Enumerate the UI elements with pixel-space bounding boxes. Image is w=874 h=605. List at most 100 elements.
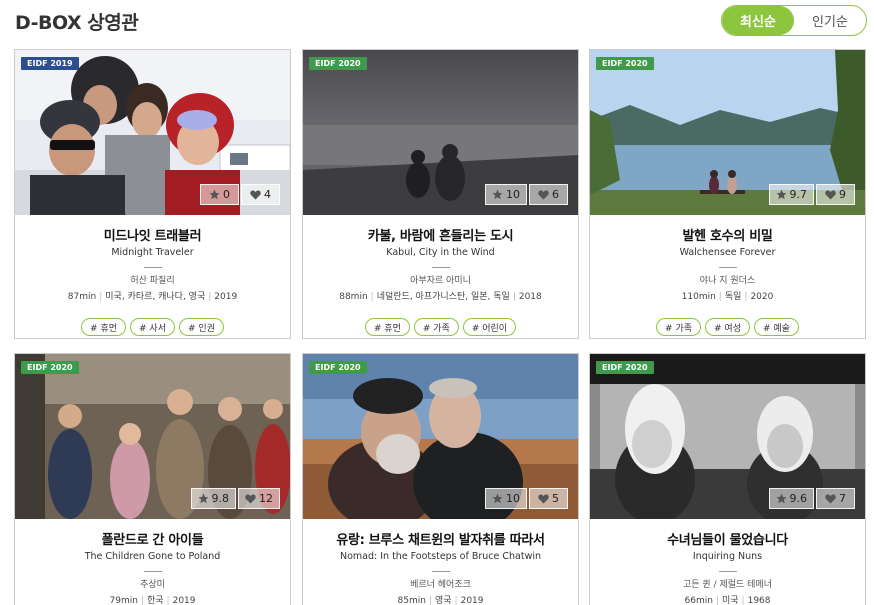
film-meta: 79min | 한국 | 2019 — [109, 596, 196, 605]
rating-stat: 10 — [485, 488, 527, 509]
like-stat[interactable]: 5 — [529, 488, 568, 509]
film-meta: 66min | 미국 | 1968 — [684, 596, 771, 605]
film-title-english: The Children Gone to Poland — [84, 551, 221, 562]
like-stat[interactable]: 9 — [816, 184, 855, 205]
rating-stat: 10 — [485, 184, 527, 205]
tag-list: # 휴먼 # 사서 # 인권 — [15, 318, 290, 336]
film-card[interactable]: EIDF 2020 9.6 7 수녀님들이 물었습니다 Inquiring Nu… — [589, 353, 866, 605]
film-title-english: Inquiring Nuns — [692, 551, 763, 562]
rating-stat: 9.6 — [768, 488, 814, 509]
like-stat[interactable]: 6 — [529, 184, 568, 205]
heart-icon — [245, 494, 256, 503]
like-count: 5 — [552, 492, 559, 505]
film-info: 유랑: 브루스 채트윈의 발자취를 따라서 Nomad: In the Foot… — [303, 519, 578, 605]
star-icon — [492, 493, 503, 504]
film-card[interactable]: EIDF 2020 9.7 9 발헨 호수의 비밀 Walchensee For… — [589, 49, 866, 339]
stats-group: 9.8 12 — [190, 488, 280, 509]
film-thumbnail[interactable]: EIDF 2020 10 5 — [303, 354, 578, 519]
film-countries: 영국 — [434, 596, 452, 605]
heart-icon — [538, 494, 549, 503]
rating-value: 10 — [506, 492, 520, 505]
film-title-english: Kabul, City in the Wind — [386, 247, 495, 258]
stats-group: 10 5 — [485, 488, 568, 509]
like-count: 7 — [839, 492, 846, 505]
film-info: 폴란드로 간 아이들 The Children Gone to Poland 추… — [15, 519, 290, 605]
tag[interactable]: # 가족 — [656, 318, 702, 336]
film-director: 고든 퀸 / 제럴드 테메너 — [683, 580, 772, 590]
sort-popular-button[interactable]: 인기순 — [794, 6, 866, 35]
sort-toggle: 최신순 인기순 — [721, 5, 867, 36]
film-title-korean[interactable]: 유랑: 브루스 채트윈의 발자취를 따라서 — [303, 529, 578, 548]
film-meta: 85min | 영국 | 2019 — [397, 596, 484, 605]
film-countries: 미국 — [721, 596, 739, 605]
divider — [718, 267, 737, 268]
eidf-badge: EIDF 2019 — [21, 57, 79, 70]
eidf-badge: EIDF 2020 — [21, 361, 79, 374]
eidf-badge: EIDF 2020 — [596, 361, 654, 374]
film-title-korean[interactable]: 폴란드로 간 아이들 — [15, 529, 290, 548]
stats-group: 0 4 — [200, 184, 280, 205]
film-director: 베르너 헤어조크 — [410, 580, 471, 590]
stats-group: 9.7 9 — [768, 184, 855, 205]
rating-stat: 9.7 — [768, 184, 814, 205]
like-stat[interactable]: 4 — [241, 184, 280, 205]
star-icon — [198, 493, 208, 504]
heart-icon — [825, 494, 836, 503]
tag-list: # 가족 # 여성 # 예술 — [590, 318, 865, 336]
film-thumbnail[interactable]: EIDF 2020 9.8 12 — [15, 354, 290, 519]
film-thumbnail[interactable]: EIDF 2020 9.7 9 — [590, 50, 865, 215]
film-thumbnail[interactable]: EIDF 2019 0 4 — [15, 50, 290, 215]
tag[interactable]: # 인권 — [178, 318, 224, 336]
film-runtime: 88min — [339, 292, 368, 302]
tag[interactable]: # 예술 — [753, 318, 799, 336]
tag[interactable]: # 사서 — [130, 318, 175, 336]
film-countries: 독일 — [724, 292, 742, 302]
tag[interactable]: # 어린이 — [462, 318, 517, 336]
like-stat[interactable]: 12 — [238, 488, 280, 509]
rating-stat: 9.8 — [190, 488, 236, 509]
film-director: 허산 파질리 — [130, 276, 175, 286]
like-stat[interactable]: 7 — [816, 488, 855, 509]
sort-latest-button[interactable]: 최신순 — [722, 6, 794, 35]
film-title-korean[interactable]: 발헨 호수의 비밀 — [590, 225, 865, 244]
star-icon — [492, 189, 503, 200]
film-title-english: Nomad: In the Footsteps of Bruce Chatwin — [339, 551, 542, 562]
stats-group: 10 6 — [485, 184, 568, 205]
film-card[interactable]: EIDF 2020 10 6 카불, 바람에 흔들리는 도시 Kabul, Ci… — [302, 49, 579, 339]
divider — [143, 267, 162, 268]
film-title-korean[interactable]: 카불, 바람에 흔들리는 도시 — [303, 225, 578, 244]
film-card[interactable]: EIDF 2019 0 4 미드나잇 트래블러 Midnight Travele… — [14, 49, 291, 339]
eidf-badge: EIDF 2020 — [309, 57, 367, 70]
film-year: 2019 — [460, 596, 484, 605]
film-meta: 88min | 네덜란드, 아프가니스탄, 일본, 독일 | 2018 — [339, 292, 542, 302]
film-runtime: 66min — [684, 596, 713, 605]
tag[interactable]: # 휴먼 — [81, 318, 127, 336]
film-info: 수녀님들이 물었습니다 Inquiring Nuns 고든 퀸 / 제럴드 테메… — [590, 519, 865, 605]
divider — [431, 571, 450, 572]
film-meta: 87min | 미국, 카타르, 캐나다, 영국 | 2019 — [67, 292, 238, 302]
tag[interactable]: # 여성 — [705, 318, 750, 336]
like-count: 6 — [552, 188, 559, 201]
film-title-korean[interactable]: 미드나잇 트래블러 — [15, 225, 290, 244]
film-info: 미드나잇 트래블러 Midnight Traveler 허산 파질리 87min… — [15, 215, 290, 336]
film-info: 카불, 바람에 흔들리는 도시 Kabul, City in the Wind … — [303, 215, 578, 336]
rating-value: 0 — [223, 188, 230, 201]
film-runtime: 79min — [109, 596, 138, 605]
stats-group: 9.6 7 — [768, 488, 855, 509]
film-countries: 네덜란드, 아프가니스탄, 일본, 독일 — [376, 292, 510, 302]
film-director: 야나 지 원더스 — [699, 276, 756, 286]
tag-list: # 휴먼 # 가족 # 어린이 — [303, 318, 578, 336]
divider — [143, 571, 162, 572]
film-card[interactable]: EIDF 2020 10 5 유랑: 브루스 채트윈의 발자취를 따라서 Nom… — [302, 353, 579, 605]
film-title-korean[interactable]: 수녀님들이 물었습니다 — [590, 529, 865, 548]
page-title: D-BOX 상영관 — [15, 12, 139, 34]
star-icon — [776, 493, 786, 504]
film-title-english: Walchensee Forever — [679, 247, 776, 258]
rating-value: 9.7 — [789, 188, 808, 201]
tag[interactable]: # 가족 — [413, 318, 459, 336]
film-thumbnail[interactable]: EIDF 2020 10 6 — [303, 50, 578, 215]
film-thumbnail[interactable]: EIDF 2020 9.6 7 — [590, 354, 865, 519]
film-card[interactable]: EIDF 2020 9.8 12 폴란드로 간 아이들 The Children… — [14, 353, 291, 605]
film-year: 2019 — [214, 292, 238, 302]
tag[interactable]: # 휴먼 — [364, 318, 410, 336]
